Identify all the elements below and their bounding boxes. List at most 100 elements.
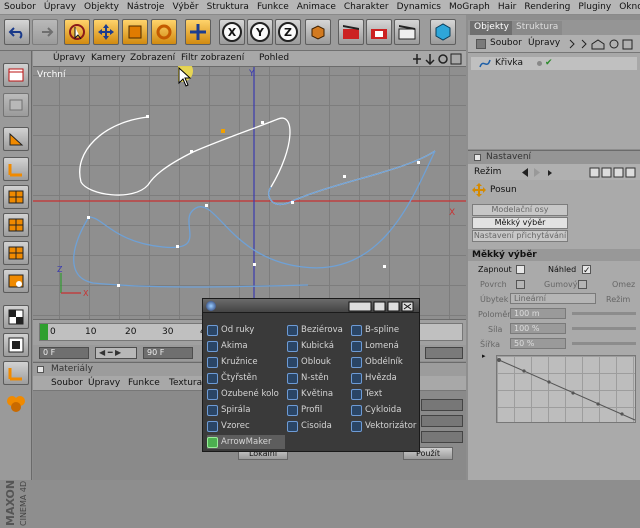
- preview-checkbox[interactable]: ✓: [582, 265, 591, 276]
- axis-tool-button[interactable]: [3, 361, 29, 385]
- attributes-nav-icons[interactable]: [520, 167, 638, 178]
- viewport-nav-icons[interactable]: [413, 53, 463, 65]
- menu-7[interactable]: Animace: [293, 2, 340, 12]
- scale-tool-button[interactable]: [122, 19, 148, 45]
- record-buttons[interactable]: [425, 347, 463, 359]
- vp-menu-edit[interactable]: Úpravy: [53, 53, 85, 63]
- menu-2[interactable]: Objekty: [80, 2, 123, 12]
- rubber-checkbox[interactable]: [578, 280, 587, 290]
- menu-8[interactable]: Charakter: [340, 2, 393, 12]
- vp-menu-cameras[interactable]: Kamery: [91, 53, 126, 63]
- modeling-axis-button[interactable]: Modelační osy: [472, 204, 568, 216]
- menu-11[interactable]: Hair: [494, 2, 520, 12]
- surface-checkbox[interactable]: [516, 280, 525, 290]
- menu-1[interactable]: Úpravy: [40, 2, 80, 12]
- spline-palette-item[interactable]: Od ruky: [207, 323, 277, 337]
- falloff-dropdown[interactable]: Lineární: [510, 293, 596, 304]
- menu-3[interactable]: Nástroje: [123, 2, 169, 12]
- start-frame-field[interactable]: 0 F: [39, 347, 89, 359]
- radius-field[interactable]: 100 m: [510, 308, 566, 319]
- vp-menu-filter[interactable]: Filtr zobrazení: [181, 53, 244, 63]
- spline-palette-item[interactable]: Hvězda: [351, 371, 421, 385]
- world-axis-button[interactable]: [185, 19, 211, 45]
- spline-palette-item[interactable]: Vzorec: [207, 419, 277, 433]
- timeline-playhead[interactable]: [40, 324, 48, 340]
- vp-menu-view[interactable]: Pohled: [259, 53, 289, 63]
- spline-palette-item[interactable]: Beziérova: [287, 323, 357, 337]
- width-slider[interactable]: [572, 342, 636, 345]
- rotate-tool-button[interactable]: [151, 19, 177, 45]
- menu-9[interactable]: Dynamics: [393, 2, 445, 12]
- select-tool-button[interactable]: [64, 19, 90, 45]
- spline-palette-item[interactable]: Vektorizátor: [351, 419, 421, 433]
- polygons-mode-button[interactable]: [3, 185, 29, 209]
- spline-palette-item[interactable]: Oblouk: [287, 355, 357, 369]
- move-tool-button[interactable]: [93, 19, 119, 45]
- soft-selection-button[interactable]: Měkký výběr: [472, 217, 568, 229]
- coord-field-2[interactable]: [421, 415, 463, 427]
- falloff-graph[interactable]: [496, 355, 636, 423]
- viewport-3d[interactable]: Vrchní X Y Z X: [33, 67, 466, 319]
- y-axis-lock-button[interactable]: Y: [247, 19, 273, 45]
- window-controls[interactable]: [348, 301, 418, 312]
- spline-palette-item[interactable]: Spirála: [207, 403, 277, 417]
- spline-palette-item[interactable]: Obdélník: [351, 355, 421, 369]
- attributes-checkbox[interactable]: [474, 153, 481, 163]
- object-row[interactable]: Křivka ✔: [471, 57, 637, 70]
- render-region-button[interactable]: [366, 19, 392, 45]
- render-picture-viewer-button[interactable]: [394, 19, 420, 45]
- mode-label[interactable]: Režim: [474, 167, 501, 177]
- materials-checkbox[interactable]: [37, 365, 44, 375]
- render-view-button[interactable]: [338, 19, 364, 45]
- mat-menu-texture[interactable]: Textura: [169, 378, 202, 388]
- vp-menu-display[interactable]: Zobrazení: [130, 53, 175, 63]
- mat-menu-edit[interactable]: Úpravy: [88, 378, 120, 388]
- obj-menu-edit[interactable]: Úpravy: [528, 38, 560, 48]
- tab-structure[interactable]: Struktura: [512, 21, 563, 35]
- menu-5[interactable]: Struktura: [203, 2, 253, 12]
- object-list[interactable]: Křivka ✔: [468, 53, 640, 149]
- texture-mode-button[interactable]: [3, 93, 29, 117]
- animation-mode-button[interactable]: [3, 269, 29, 293]
- spline-palette-item[interactable]: Lomená: [351, 339, 421, 353]
- add-cube-button[interactable]: [430, 19, 456, 45]
- spline-palette-item[interactable]: Profil: [287, 403, 357, 417]
- spline-palette-item[interactable]: Květina: [287, 387, 357, 401]
- coord-field-3[interactable]: [421, 431, 463, 443]
- spline-palette-item[interactable]: ArrowMaker: [207, 435, 285, 449]
- spline-palette-item[interactable]: Cykloida: [351, 403, 421, 417]
- workplane-button[interactable]: [3, 333, 29, 357]
- strength-field[interactable]: 100 %: [510, 323, 566, 334]
- end-frame-field[interactable]: 90 F: [143, 347, 193, 359]
- model-mode-button[interactable]: [3, 213, 29, 237]
- spline-palette-item[interactable]: Kružnice: [207, 355, 277, 369]
- mat-menu-file[interactable]: Soubor: [51, 378, 83, 388]
- strength-slider[interactable]: [572, 327, 636, 330]
- spline-palette-item[interactable]: Akima: [207, 339, 277, 353]
- points-mode-button[interactable]: [3, 127, 29, 151]
- spline-palette-item[interactable]: Text: [351, 387, 421, 401]
- menu-10[interactable]: MoGraph: [445, 2, 494, 12]
- undo-button[interactable]: [4, 19, 30, 45]
- menu-6[interactable]: Funkce: [253, 2, 293, 12]
- snap-settings-button[interactable]: Nastavení přichytávání: [472, 230, 568, 242]
- coordinate-system-button[interactable]: [305, 19, 331, 45]
- spline-palette-item[interactable]: B-spline: [351, 323, 421, 337]
- mat-menu-function[interactable]: Funkce: [128, 378, 160, 388]
- tab-objects[interactable]: Objekty: [470, 21, 513, 35]
- menu-12[interactable]: Rendering: [520, 2, 574, 12]
- texture-axis-button[interactable]: [3, 305, 29, 329]
- spline-palette-titlebar[interactable]: [203, 299, 419, 313]
- object-manager-tools[interactable]: [568, 38, 638, 50]
- graph-expand-icon[interactable]: ▸: [482, 352, 486, 360]
- spline-palette-item[interactable]: Kubická: [287, 339, 357, 353]
- spline-palette-item[interactable]: N-stěn: [287, 371, 357, 385]
- menu-13[interactable]: Pluginy: [574, 2, 615, 12]
- selected-spline[interactable]: [79, 116, 436, 206]
- object-mode-button[interactable]: [3, 241, 29, 265]
- enabled-check-icon[interactable]: ✔: [545, 58, 553, 68]
- coord-field-1[interactable]: [421, 399, 463, 411]
- z-axis-lock-button[interactable]: Z: [275, 19, 301, 45]
- spline-point-selected[interactable]: [221, 129, 225, 133]
- radius-slider[interactable]: [572, 312, 636, 315]
